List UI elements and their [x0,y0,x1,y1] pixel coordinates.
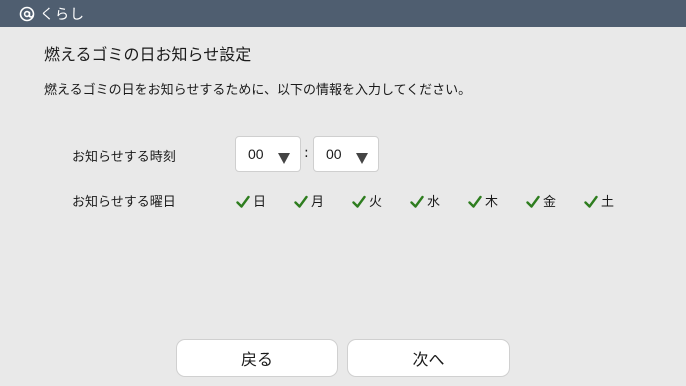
dropdown-arrow-icon [356,149,368,168]
weekday-label-wed: 水 [427,195,441,210]
next-button[interactable]: 次へ [347,339,510,377]
at-sign-icon [18,5,36,23]
weekday-label-tue: 火 [369,195,383,210]
time-separator: : [304,145,309,161]
checkmark-icon [526,194,540,208]
weekday-checkbox-sun[interactable]: 日 [236,191,266,210]
weekday-label: お知らせする曜日 [72,195,176,210]
weekday-checkbox-thu[interactable]: 木 [468,191,498,210]
title-bar: くらし [0,0,686,27]
checkmark-icon [294,194,308,208]
hour-value: 00 [248,146,264,162]
dropdown-arrow-icon [278,149,290,168]
checkmark-icon [584,194,598,208]
hour-select[interactable]: 00 [235,136,301,172]
weekday-checkbox-mon[interactable]: 月 [294,191,324,210]
weekday-checkbox-sat[interactable]: 土 [584,191,614,210]
weekday-label-thu: 木 [485,195,499,210]
checkmark-icon [468,194,482,208]
minute-value: 00 [326,146,342,162]
checkmark-icon [236,194,250,208]
time-label: お知らせする時刻 [72,150,176,165]
weekday-label-mon: 月 [311,195,325,210]
page-description: 燃えるゴミの日をお知らせするために、以下の情報を入力してください。 [44,83,472,98]
weekday-label-sun: 日 [253,195,267,210]
checkmark-icon [352,194,366,208]
page-title: 燃えるゴミの日お知らせ設定 [44,45,252,64]
app-title: くらし [40,6,85,23]
weekday-label-fri: 金 [543,195,557,210]
back-button[interactable]: 戻る [176,339,338,377]
minute-select[interactable]: 00 [313,136,379,172]
weekday-checkbox-wed[interactable]: 水 [410,191,440,210]
checkmark-icon [410,194,424,208]
weekday-checkbox-fri[interactable]: 金 [526,191,556,210]
weekday-checkbox-tue[interactable]: 火 [352,191,382,210]
weekday-label-sat: 土 [601,195,615,210]
